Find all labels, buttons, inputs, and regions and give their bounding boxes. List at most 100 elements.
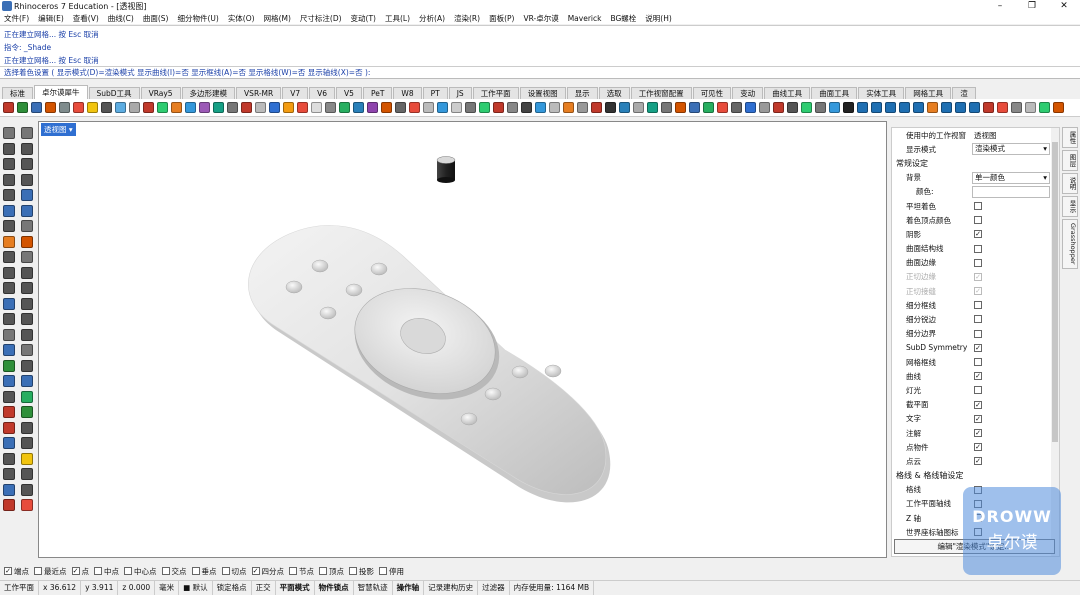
side-tab[interactable]: 图层 <box>1062 150 1078 171</box>
left-tool-icon[interactable] <box>3 204 15 217</box>
left-tool-icon[interactable] <box>21 390 33 403</box>
menu-item[interactable]: 面板(P) <box>489 13 514 24</box>
left-tool-icon[interactable] <box>21 204 33 217</box>
toolbar-tool-icon[interactable] <box>101 102 112 113</box>
menu-item[interactable]: 渲染(R) <box>454 13 480 24</box>
left-tool-icon[interactable] <box>3 421 15 434</box>
toolbar-tool-icon[interactable] <box>633 102 644 113</box>
left-tool-icon[interactable] <box>21 297 33 310</box>
osnap-checkbox[interactable] <box>161 567 170 575</box>
menu-item[interactable]: 说明(H) <box>645 13 672 24</box>
toolbar-tool-icon[interactable] <box>927 102 938 113</box>
toolbar-tool-icon[interactable] <box>731 102 742 113</box>
toolbar-tool-icon[interactable] <box>241 102 252 113</box>
toolbar-tab[interactable]: 标准 <box>2 87 33 99</box>
perspective-viewport[interactable]: 透视图 ▾ <box>38 121 887 558</box>
side-tab[interactable]: 显示 <box>1062 196 1078 217</box>
toolbar-tab[interactable]: 工作视窗配置 <box>630 87 692 99</box>
left-tool-icon[interactable] <box>3 468 15 480</box>
toolbar-tool-icon[interactable] <box>437 102 448 113</box>
toolbar-tool-icon[interactable] <box>983 102 994 113</box>
left-tool-icon[interactable] <box>3 359 15 372</box>
menu-item[interactable]: BG螺栓 <box>610 13 636 24</box>
menu-item[interactable]: 工具(L) <box>385 13 410 24</box>
panel-checkbox[interactable] <box>974 244 982 253</box>
toolbar-tab[interactable]: VRay5 <box>140 87 181 99</box>
toolbar-tool-icon[interactable] <box>115 102 126 113</box>
left-tool-icon[interactable] <box>21 173 33 186</box>
toolbar-tool-icon[interactable] <box>1053 102 1064 113</box>
toolbar-tool-icon[interactable] <box>129 102 140 113</box>
menu-item[interactable]: 曲面(S) <box>143 13 169 24</box>
panel-checkbox[interactable] <box>974 386 982 395</box>
toolbar-tool-icon[interactable] <box>311 102 322 113</box>
toolbar-tool-icon[interactable] <box>339 102 350 113</box>
osnap-checkbox[interactable]: ✓ <box>4 567 12 575</box>
toolbar-tool-icon[interactable] <box>955 102 966 113</box>
toolbar-tool-icon[interactable] <box>703 102 714 113</box>
left-tool-icon[interactable] <box>3 406 15 418</box>
toolbar-tool-icon[interactable] <box>451 102 462 113</box>
menu-item[interactable]: Maverick <box>568 14 602 23</box>
osnap-option[interactable]: 投影 <box>349 566 374 577</box>
toolbar-tab[interactable]: 曲面工具 <box>811 87 858 99</box>
status-item[interactable]: x 36.612 <box>39 581 82 595</box>
panel-checkbox[interactable]: ✓ <box>974 457 982 466</box>
cylinder-object[interactable] <box>436 156 456 184</box>
left-tool-icon[interactable] <box>21 437 33 449</box>
panel-checkbox[interactable]: ✓ <box>974 372 982 381</box>
left-tool-icon[interactable] <box>3 297 15 310</box>
left-tool-icon[interactable] <box>3 483 15 496</box>
left-tool-icon[interactable] <box>3 437 15 449</box>
toolbar-tool-icon[interactable] <box>619 102 630 113</box>
left-tool-icon[interactable] <box>3 220 15 232</box>
osnap-option[interactable]: ✓ 点 <box>71 566 89 577</box>
toolbar-tool-icon[interactable] <box>59 102 70 113</box>
osnap-option[interactable]: 垂点 <box>191 566 217 577</box>
toolbar-tool-icon[interactable] <box>213 102 224 113</box>
osnap-checkbox[interactable]: ✓ <box>251 567 260 575</box>
toolbar-tool-icon[interactable] <box>997 102 1008 113</box>
left-tool-icon[interactable] <box>21 282 33 294</box>
toolbar-tool-icon[interactable] <box>409 102 420 113</box>
left-tool-icon[interactable] <box>21 452 33 465</box>
toolbar-tool-icon[interactable] <box>367 102 378 113</box>
left-tool-icon[interactable] <box>21 142 33 155</box>
left-tool-icon[interactable] <box>3 235 15 248</box>
toolbar-tool-icon[interactable] <box>171 102 182 113</box>
toolbar-tool-icon[interactable] <box>829 102 840 113</box>
osnap-checkbox[interactable] <box>94 567 102 575</box>
remote-control-model[interactable] <box>248 225 611 503</box>
color-field[interactable] <box>972 185 1050 198</box>
toolbar-tab[interactable]: 曲线工具 <box>764 87 811 99</box>
status-item[interactable]: 正交 <box>252 581 276 595</box>
left-tool-icon[interactable] <box>21 499 33 511</box>
left-tool-icon[interactable] <box>21 251 33 263</box>
status-item[interactable]: 记录建构历史 <box>424 581 479 595</box>
toolbar-tool-icon[interactable] <box>521 102 532 113</box>
toolbar-tab[interactable]: 显示 <box>566 87 598 99</box>
osnap-option[interactable]: 顶点 <box>319 566 344 577</box>
toolbar-tool-icon[interactable] <box>157 102 168 113</box>
toolbar-tool-icon[interactable] <box>843 102 854 113</box>
left-tool-icon[interactable] <box>3 344 15 356</box>
osnap-checkbox[interactable] <box>289 567 297 575</box>
panel-checkbox[interactable]: ✓ <box>974 343 982 352</box>
toolbar-tool-icon[interactable] <box>269 102 280 113</box>
left-tool-icon[interactable] <box>21 421 33 434</box>
panel-checkbox[interactable] <box>974 358 982 366</box>
toolbar-tab[interactable]: V7 <box>282 87 309 99</box>
toolbar-tool-icon[interactable] <box>507 102 518 113</box>
left-tool-icon[interactable] <box>21 158 33 170</box>
toolbar-tab[interactable]: 卓尔谟犀牛 <box>34 85 88 99</box>
toolbar-tab[interactable]: VSR-MR <box>236 87 282 99</box>
left-tool-icon[interactable] <box>21 406 33 418</box>
menu-item[interactable]: 细分物件(U) <box>177 13 218 24</box>
toolbar-tool-icon[interactable] <box>857 102 868 113</box>
left-tool-icon[interactable] <box>3 266 15 279</box>
menu-item[interactable]: 实体(O) <box>228 13 255 24</box>
osnap-checkbox[interactable] <box>124 567 132 575</box>
left-tool-icon[interactable] <box>3 127 15 139</box>
toolbar-tool-icon[interactable] <box>325 102 336 113</box>
panel-dropdown[interactable]: 单一颜色 <box>972 171 1050 184</box>
